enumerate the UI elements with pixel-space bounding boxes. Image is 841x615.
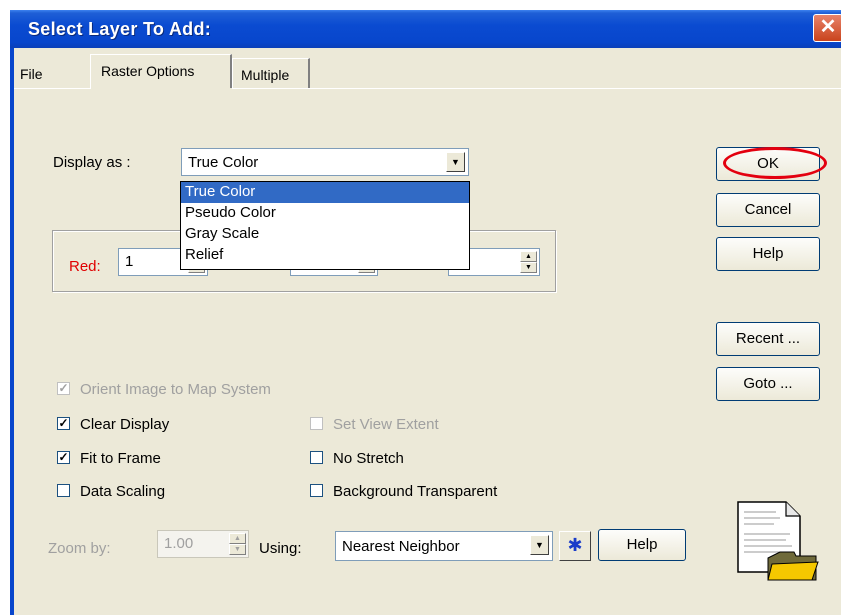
- display-as-value: True Color: [188, 154, 259, 171]
- tab-divider: [14, 88, 91, 89]
- data-scaling-label: Data Scaling: [80, 483, 166, 500]
- spin-up-icon: ▲: [229, 533, 246, 544]
- display-as-select[interactable]: True Color ▼: [181, 148, 469, 176]
- option-true-color[interactable]: True Color: [181, 182, 469, 203]
- tab-divider: [232, 88, 841, 89]
- ok-highlight-circle: [723, 147, 827, 179]
- checkbox-icon[interactable]: [310, 450, 323, 464]
- cancel-label: Cancel: [744, 201, 792, 218]
- help-button[interactable]: Help: [716, 237, 820, 271]
- spin-down-icon[interactable]: ▼: [520, 262, 537, 273]
- clear-display-checkbox[interactable]: ✓ Clear Display: [57, 416, 169, 436]
- no-stretch-checkbox[interactable]: No Stretch: [310, 450, 404, 470]
- spin-up-icon[interactable]: ▲: [520, 251, 537, 262]
- cancel-button[interactable]: Cancel: [716, 193, 820, 227]
- option-pseudo-color[interactable]: Pseudo Color: [181, 203, 469, 224]
- goto-label: Goto ...: [743, 375, 793, 392]
- chevron-down-icon[interactable]: ▼: [530, 535, 549, 555]
- title-bar[interactable]: Select Layer To Add:: [10, 10, 841, 48]
- zoom-help-button[interactable]: Help: [598, 529, 686, 561]
- tab-raster-options[interactable]: Raster Options: [90, 54, 232, 88]
- chevron-down-icon[interactable]: ▼: [446, 152, 465, 172]
- help-label: Help: [752, 245, 784, 262]
- checkbox-icon[interactable]: ✓: [57, 450, 70, 464]
- recent-label: Recent ...: [735, 330, 801, 347]
- zoom-by-label: Zoom by:: [48, 540, 111, 557]
- data-scaling-checkbox[interactable]: Data Scaling: [57, 483, 165, 503]
- asterisk-icon[interactable]: ✱: [559, 531, 591, 561]
- tab-multiple[interactable]: Multiple: [232, 58, 310, 88]
- spin-down-icon: ▼: [229, 544, 246, 555]
- window-title: Select Layer To Add:: [28, 19, 212, 39]
- recent-button[interactable]: Recent ...: [716, 322, 820, 356]
- background-transparent-label: Background Transparent: [333, 483, 498, 500]
- red-band-value: 1: [125, 253, 134, 270]
- zoom-by-value: 1.00: [164, 535, 194, 552]
- checkbox-icon[interactable]: ✓: [57, 416, 70, 430]
- orient-image-checkbox: ✓ Orient Image to Map System: [57, 381, 271, 401]
- fit-to-frame-label: Fit to Frame: [80, 450, 161, 467]
- clear-display-label: Clear Display: [80, 416, 170, 433]
- checkbox-icon[interactable]: [310, 483, 323, 497]
- set-view-extent-label: Set View Extent: [333, 416, 439, 433]
- red-band-label: Red:: [69, 258, 101, 275]
- no-stretch-label: No Stretch: [333, 450, 404, 467]
- goto-button[interactable]: Goto ...: [716, 367, 820, 401]
- fit-to-frame-checkbox[interactable]: ✓ Fit to Frame: [57, 450, 161, 470]
- resampling-select[interactable]: Nearest Neighbor ▼: [335, 531, 553, 561]
- resampling-value: Nearest Neighbor: [342, 538, 460, 555]
- zoom-by-spinner: 1.00 ▲ ▼: [157, 530, 249, 558]
- orient-image-label: Orient Image to Map System: [80, 381, 271, 398]
- checkbox-icon[interactable]: [57, 483, 70, 497]
- option-relief[interactable]: Relief: [181, 245, 469, 266]
- display-as-dropdown-list[interactable]: True Color Pseudo Color Gray Scale Relie…: [180, 181, 470, 270]
- option-gray-scale[interactable]: Gray Scale: [181, 224, 469, 245]
- checkbox-icon: [310, 416, 323, 430]
- tab-file[interactable]: File: [20, 58, 80, 86]
- using-label: Using:: [259, 540, 302, 557]
- close-icon[interactable]: ✕: [813, 14, 841, 42]
- background-transparent-checkbox[interactable]: Background Transparent: [310, 483, 497, 503]
- window-frame-left: [10, 48, 14, 615]
- checkbox-icon: ✓: [57, 380, 70, 395]
- set-view-extent-checkbox: Set View Extent: [310, 416, 439, 436]
- zoom-help-label: Help: [626, 536, 658, 553]
- display-as-label: Display as :: [53, 154, 131, 171]
- file-folder-icon: [736, 500, 820, 582]
